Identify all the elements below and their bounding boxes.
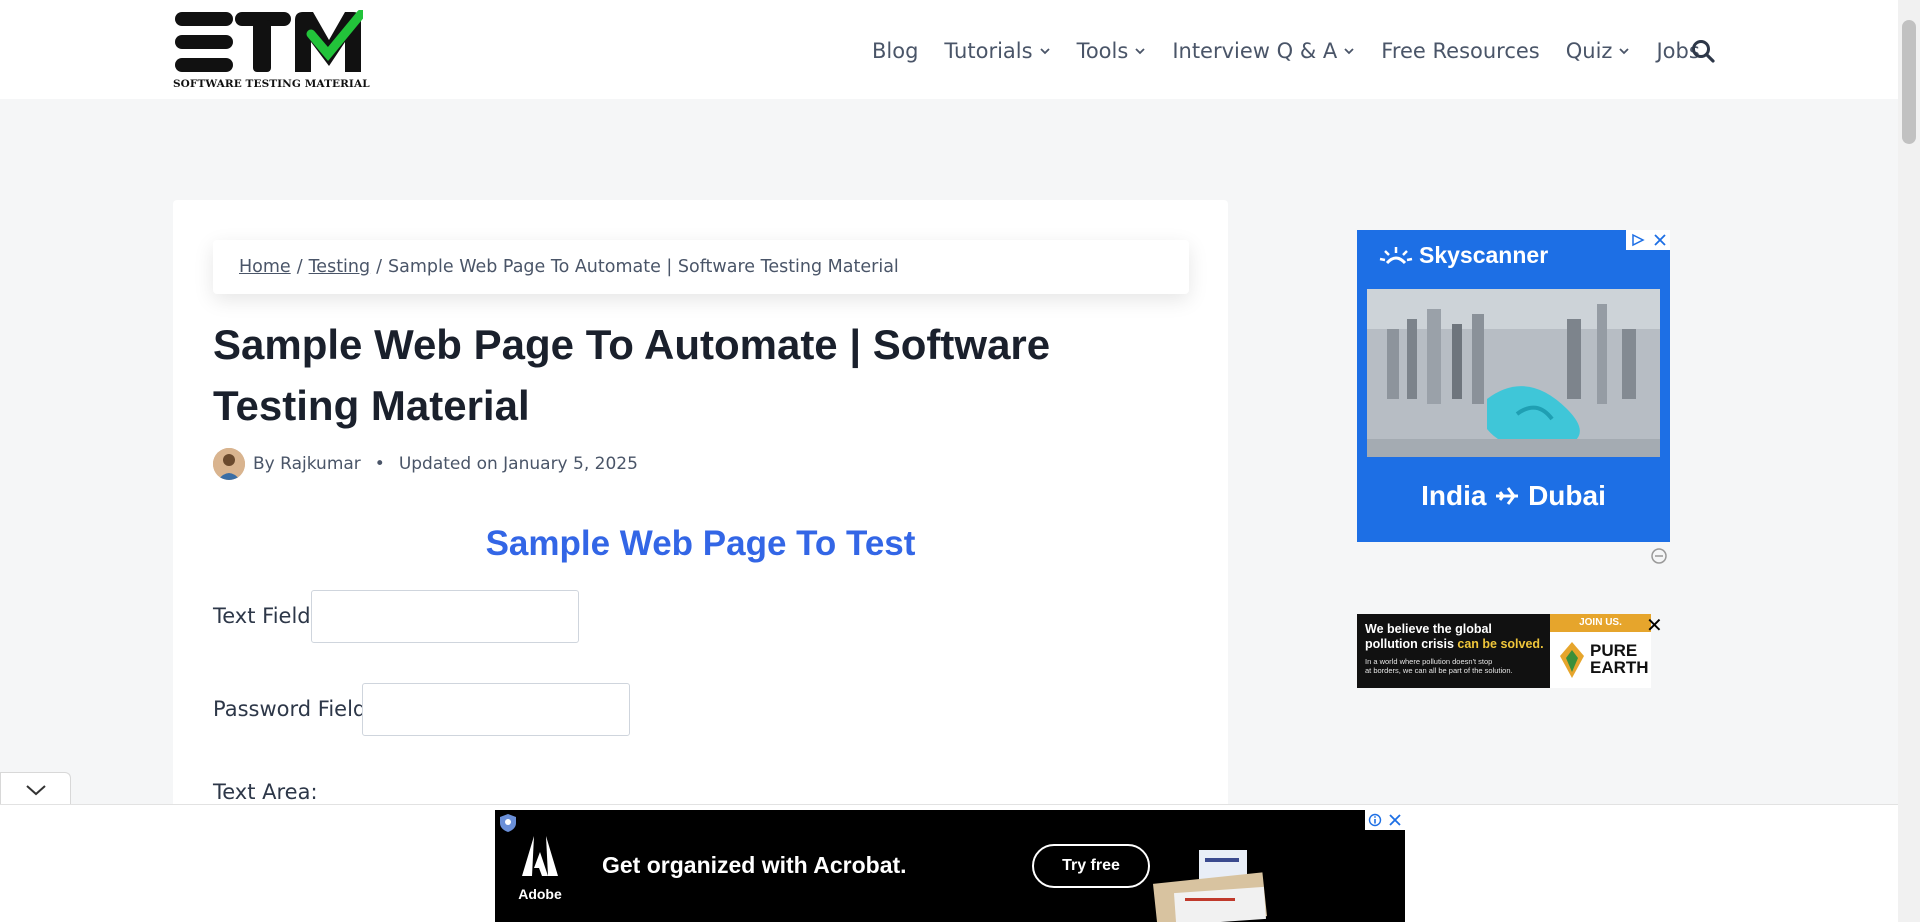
close-icon[interactable]: ✕ (1646, 613, 1663, 637)
text-field-input[interactable] (311, 590, 579, 643)
breadcrumb-separator: / (376, 257, 383, 277)
acrobat-headline: Get organized with Acrobat. (602, 852, 907, 878)
adobe-wordmark: Adobe (518, 886, 562, 902)
breadcrumb-testing-link[interactable]: Testing (309, 257, 371, 277)
close-icon[interactable] (1653, 233, 1667, 247)
nav-tutorials[interactable]: Tutorials (944, 39, 1050, 63)
stm-logo-mark (175, 10, 363, 72)
try-free-button[interactable]: Try free (1032, 844, 1150, 888)
airplane-icon (1496, 487, 1519, 505)
text-area-label: Text Area: (213, 780, 318, 804)
pure-earth-line2: pollution crisis (1365, 637, 1454, 651)
site-header: SOFTWARE TESTING MATERIAL Blog Tutorials… (0, 0, 1898, 99)
dubai-skyline-image (1367, 289, 1660, 457)
site-logo[interactable]: SOFTWARE TESTING MATERIAL (173, 10, 370, 92)
author-avatar-image (213, 448, 245, 480)
chevron-down-icon (1344, 48, 1354, 55)
pure-earth-small1: In a world where pollution doesn't stop (1365, 657, 1493, 666)
pure-earth-line1: We believe the global (1365, 622, 1492, 636)
pure-earth-highlight: can be solved. (1457, 637, 1544, 651)
chevron-down-icon (26, 785, 46, 796)
adobe-logo: Adobe (515, 834, 565, 912)
acrobat-ad[interactable]: Adobe Get organized with Acrobat. Try fr… (495, 810, 1405, 922)
pure-earth-ad[interactable]: We believe the global pollution crisis c… (1357, 614, 1651, 688)
ad-info[interactable] (1365, 810, 1405, 830)
page-scrollbar[interactable] (1898, 0, 1920, 922)
password-field-label: Password Field: (213, 697, 374, 721)
nav-blog[interactable]: Blog (872, 39, 918, 63)
chevron-down-icon (1619, 48, 1630, 55)
post-meta: By Rajkumar • Updated on January 5, 2025 (213, 448, 638, 480)
breadcrumb-current: Sample Web Page To Automate | Software T… (388, 257, 899, 277)
search-icon[interactable] (1690, 38, 1716, 64)
author-prefix: By (253, 454, 275, 474)
breadcrumb-home-link[interactable]: Home (239, 257, 291, 277)
nav-label: Tutorials (944, 39, 1033, 63)
privacy-shield-icon[interactable] (498, 813, 518, 833)
nav-tools[interactable]: Tools (1077, 39, 1147, 63)
nav-label: Interview Q & A (1172, 39, 1338, 63)
sticky-ad-collapse-button[interactable] (0, 772, 71, 804)
sample-heading: Sample Web Page To Test (485, 524, 916, 563)
close-icon[interactable] (1388, 813, 1402, 827)
page-title: Sample Web Page To Automate | Software T… (213, 321, 1051, 429)
nav-free-resources[interactable]: Free Resources (1381, 39, 1539, 63)
text-field-label: Text Field: (213, 604, 318, 628)
main-nav: Blog Tutorials Tools Interview Q & A Fre… (872, 36, 1726, 66)
nav-label: Tools (1076, 39, 1129, 63)
nav-interview-qa[interactable]: Interview Q & A (1172, 39, 1355, 63)
meta-bullet: • (374, 454, 385, 474)
password-field-input[interactable] (362, 683, 630, 736)
breadcrumb-separator: / (296, 257, 303, 277)
nav-label: Quiz (1565, 39, 1613, 63)
refresh-icon[interactable] (1650, 547, 1668, 565)
pure-earth-leaf-icon (1560, 642, 1584, 678)
pure-earth-copy: We believe the global pollution crisis c… (1365, 622, 1545, 675)
pure-earth-name: PURE EARTH (1590, 642, 1649, 676)
info-icon[interactable] (1368, 813, 1382, 827)
pure-earth-small2: at borders, we can all be part of the so… (1365, 666, 1513, 675)
skyscanner-ad[interactable]: Skyscanner India Dubai (1357, 230, 1670, 542)
nav-label: Free Resources (1381, 39, 1540, 63)
updated-date: Updated on January 5, 2025 (398, 454, 638, 474)
pure-earth-name-2: EARTH (1590, 658, 1649, 677)
skyscanner-name: Skyscanner (1419, 242, 1549, 268)
chevron-down-icon (1135, 48, 1145, 55)
logo-tagline: SOFTWARE TESTING MATERIAL (173, 78, 370, 90)
skyscanner-route: India Dubai (1357, 480, 1670, 512)
chevron-down-icon (1039, 48, 1050, 55)
breadcrumb: Home / Testing / Sample Web Page To Auto… (213, 240, 1189, 294)
skyscanner-sun-icon (1379, 246, 1413, 264)
nav-quiz[interactable]: Quiz (1566, 39, 1631, 63)
route-from: India (1421, 480, 1487, 511)
ad-choices-icon[interactable] (1630, 233, 1646, 247)
nav-label: Blog (872, 39, 919, 63)
ad-choices[interactable] (1626, 230, 1670, 250)
author-link[interactable]: Rajkumar (280, 454, 361, 474)
route-to: Dubai (1528, 480, 1606, 511)
author-avatar[interactable] (213, 448, 245, 480)
document-stack-image (1153, 850, 1267, 922)
scrollbar-thumb[interactable] (1902, 20, 1916, 144)
skyscanner-brand: Skyscanner (1379, 242, 1548, 269)
pure-earth-brand: JOIN US. PURE EARTH (1550, 614, 1651, 688)
join-us-label: JOIN US. (1550, 614, 1651, 632)
adobe-a-icon (522, 836, 558, 876)
